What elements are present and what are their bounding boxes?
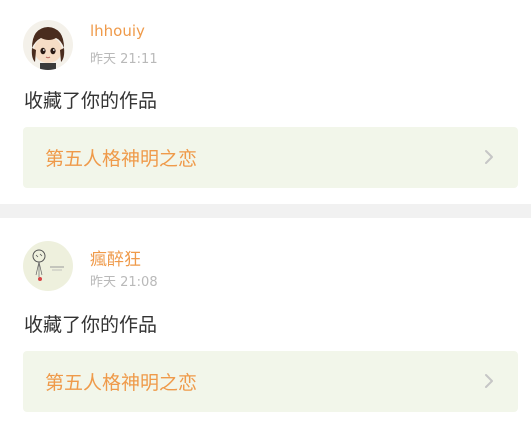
avatar[interactable] bbox=[23, 20, 73, 70]
balloon-sketch-avatar-icon bbox=[23, 241, 73, 291]
notification-card: 瘋醉狂 昨天 21:08 收藏了你的作品 第五人格神明之恋 bbox=[0, 218, 531, 431]
work-link[interactable]: 第五人格神明之恋 bbox=[23, 351, 518, 412]
chevron-right-icon bbox=[485, 150, 493, 164]
user-name[interactable]: 瘋醉狂 bbox=[90, 245, 141, 270]
notification-card: lhhouiy 昨天 21:11 收藏了你的作品 第五人格神明之恋 bbox=[0, 0, 531, 204]
action-text: 收藏了你的作品 bbox=[24, 90, 158, 112]
timestamp: 昨天 21:11 bbox=[90, 52, 158, 67]
work-title: 第五人格神明之恋 bbox=[45, 372, 198, 394]
work-title: 第五人格神明之恋 bbox=[45, 148, 198, 170]
timestamp: 昨天 21:08 bbox=[90, 275, 158, 290]
user-name[interactable]: lhhouiy bbox=[90, 22, 145, 40]
chevron-right-icon bbox=[485, 374, 493, 388]
notification-feed: lhhouiy 昨天 21:11 收藏了你的作品 第五人格神明之恋 瘋醉狂 昨天… bbox=[0, 0, 531, 431]
action-text: 收藏了你的作品 bbox=[24, 314, 158, 336]
avatar[interactable] bbox=[23, 241, 73, 291]
work-link[interactable]: 第五人格神明之恋 bbox=[23, 127, 518, 188]
chibi-girl-avatar-icon bbox=[23, 20, 73, 70]
